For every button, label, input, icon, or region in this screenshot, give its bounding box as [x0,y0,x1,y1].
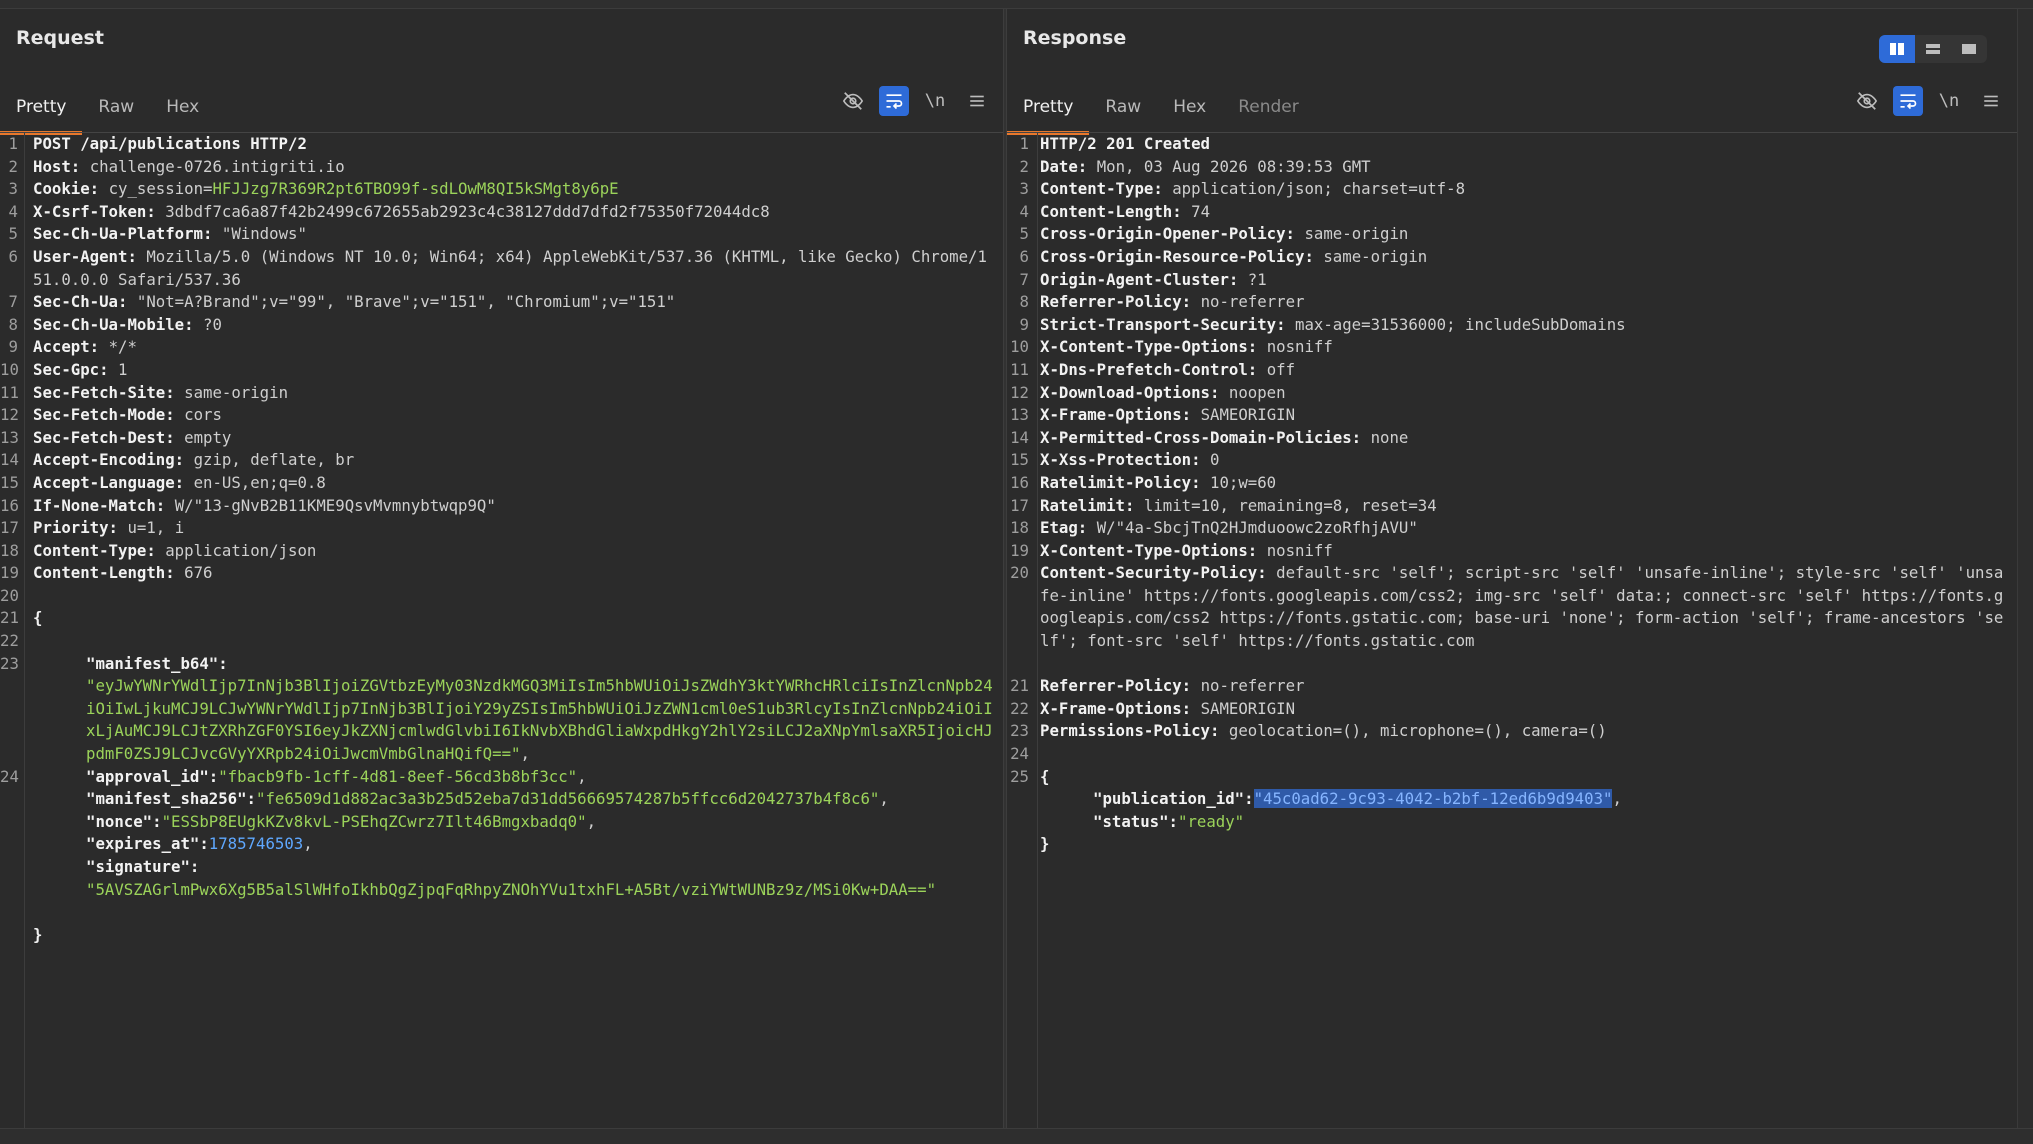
code-line: 13 X-Frame-Options: SAMEORIGIN [1010,405,1296,425]
code-line: 11 X-Dns-Prefetch-Control: off [1010,359,1296,379]
response-tab-render[interactable]: Render [1222,79,1315,131]
code-line: 2 Date: Mon, 03 Aug 2026 08:39:53 GMT [1019,156,1371,176]
split-horizontal-icon[interactable] [1915,35,1951,63]
response-code[interactable]: 1 HTTP/2 201 Created 2 Date: Mon, 03 Aug 2… [1007,133,2017,1128]
selected-publication-id[interactable]: "45c0ad62-9c93-4042-b2bf-12ed6b9d9403" [1253,789,1613,809]
request-pane: Request Pretty Raw Hex \n 1 POST /api/pub… [0,9,1003,1128]
split-vertical-icon[interactable] [1879,35,1915,63]
code-line: 18 Content-Type: application/json [0,540,317,560]
wrap-lines-icon[interactable] [879,86,909,116]
request-tab-raw[interactable]: Raw [82,79,150,131]
request-code[interactable]: 1 POST /api/publications HTTP/2 2 Host: ch… [0,133,1003,1128]
response-title: Response [1023,27,1127,49]
hamburger-menu-icon[interactable] [1975,85,2007,117]
code-line: 12 X-Download-Options: noopen [1010,382,1286,402]
code-line: 6 Cross-Origin-Resource-Policy: same-orig… [1019,246,1428,266]
eye-slash-icon[interactable] [837,85,869,117]
code-line: 18 Etag: W/"4a-SbcjTnQ2HJmduoowc2zoRfhjAV… [1010,518,1418,538]
code-line: "nonce":"ESSbP8EUgkKZv8kvL-PSEhqZCwrz7Il… [86,811,597,831]
code-line: "signature": [86,857,200,877]
code-line: 14 Accept-Encoding: gzip, deflate, br [0,450,355,470]
code-line: 16 If-None-Match: W/"13-gNvB2B11KME9QsvMv… [0,495,496,515]
code-line: 8 Sec-Ch-Ua-Mobile: ?0 [8,314,222,334]
code-line: 16 Ratelimit-Policy: 10;w=60 [1010,472,1277,492]
code-line: 22 X-Frame-Options: SAMEORIGIN [1010,698,1296,718]
code-line: 2 Host: challenge-0726.intigriti.io [8,156,345,176]
code-line: 19 X-Content-Type-Options: nosniff [1010,540,1333,560]
code-line: 22 [0,631,19,651]
response-toolbar: \n [1851,85,2007,117]
code-line: } [33,924,43,944]
code-line: 20 [0,585,19,605]
code-line: "status":"ready" [1093,811,1245,831]
response-editor[interactable]: 1 HTTP/2 201 Created 2 Date: Mon, 03 Aug 2… [1007,133,2017,1128]
response-tab-pretty[interactable]: Pretty [1007,79,1090,135]
newline-toggle-button[interactable]: \n [1933,85,1965,117]
code-line: 12 Sec-Fetch-Mode: cors [0,405,222,425]
code-line: 25{ [1010,766,1050,786]
code-line: 19 Content-Length: 676 [0,563,213,583]
request-editor[interactable]: 1 POST /api/publications HTTP/2 2 Host: ch… [0,133,1003,1128]
request-tabs: Pretty Raw Hex [0,79,215,135]
request-toolbar: \n [837,85,993,117]
code-line: 9 Accept: */* [8,337,137,357]
request-tab-pretty[interactable]: Pretty [0,79,83,135]
code-line: 3 Content-Type: application/json; charset… [1019,179,1466,199]
code-line: "eyJwYWNrYWdlIjp7InNjb3BlIjoiZGVtbzEyMy0… [86,676,993,764]
code-line: 15 X-Xss-Protection: 0 [1010,450,1220,470]
eye-slash-icon[interactable] [1851,85,1883,117]
code-line: 21 Referrer-Policy: no-referrer [1010,676,1305,696]
code-line: 5 Sec-Ch-Ua-Platform: "Windows" [8,224,307,244]
bottom-status-bar [0,1128,2033,1144]
code-line: 5 Cross-Origin-Opener-Policy: same-origin [1019,224,1409,244]
code-line: 7 Sec-Ch-Ua: "Not=A?Brand";v="99", "Brave… [8,292,676,312]
right-sidebar-edge [2017,9,2033,1128]
code-line: 23 Permissions-Policy: geolocation=(), mi… [1010,721,1607,741]
code-line: 10 X-Content-Type-Options: nosniff [1010,337,1333,357]
code-line: 24 "approval_id":"fbacb9fb-1cff-4d81-8eef… [0,766,587,786]
hamburger-menu-icon[interactable] [961,85,993,117]
code-line: 7 Origin-Agent-Cluster: ?1 [1019,269,1267,289]
code-line: 8 Referrer-Policy: no-referrer [1019,292,1305,312]
request-title: Request [16,27,104,49]
code-line: 24 [1010,744,1029,764]
response-tab-hex[interactable]: Hex [1157,79,1222,131]
code-line: 3 Cookie: cy_session=HFJJzg7R369R2pt6TBO9… [8,179,619,199]
request-tab-hex[interactable]: Hex [150,79,215,131]
code-line: 9 Strict-Transport-Security: max-age=3153… [1019,314,1626,334]
code-line: 20 Content-Security-Policy: default-src '… [1010,563,2004,651]
code-line: 21{ [0,608,43,628]
code-line: 10 Sec-Gpc: 1 [0,359,128,379]
code-line: } [1040,834,1050,854]
code-line: 4 X-Csrf-Token: 3dbdf7ca6a87f42b2499c6726… [8,201,770,221]
response-pane: Response Pretty Raw Hex Render \n 1 HTTP… [1007,9,2017,1128]
code-line: 1 POST /api/publications HTTP/2 [8,134,307,153]
code-line: 6 User-Agent: Mozilla/5.0 (Windows NT 10.… [8,246,987,289]
layout-toggle [1879,35,1987,63]
wrap-lines-icon[interactable] [1893,86,1923,116]
code-line: 17 Ratelimit: limit=10, remaining=8, rese… [1010,495,1437,515]
code-line: 11 Sec-Fetch-Site: same-origin [0,382,289,402]
code-line: 17 Priority: u=1, i [0,518,185,538]
code-line: "5AVSZAGrlmPwx6Xg5B5alSlWHfoIkhbQgZjpqFq… [86,879,937,899]
code-line: 1 HTTP/2 201 Created [1019,134,1211,153]
single-pane-icon[interactable] [1951,35,1987,63]
code-line: "publication_id":"45c0ad62-9c93-4042-b2b… [1093,789,1622,809]
code-line: "expires_at":1785746503, [86,834,313,854]
response-tab-raw[interactable]: Raw [1089,79,1157,131]
newline-toggle-button[interactable]: \n [919,85,951,117]
code-line: 23 "manifest_b64": [0,653,228,673]
code-line: 15 Accept-Language: en-US,en;q=0.8 [0,472,326,492]
code-line: 4 Content-Length: 74 [1019,201,1211,221]
code-line: "manifest_sha256":"fe6509d1d882ac3a3b25d… [86,789,889,809]
code-line: 13 Sec-Fetch-Dest: empty [0,427,232,447]
top-strip [0,0,2033,9]
code-line: 14 X-Permitted-Cross-Domain-Policies: non… [1010,427,1409,447]
response-tabs: Pretty Raw Hex Render [1007,79,1315,135]
